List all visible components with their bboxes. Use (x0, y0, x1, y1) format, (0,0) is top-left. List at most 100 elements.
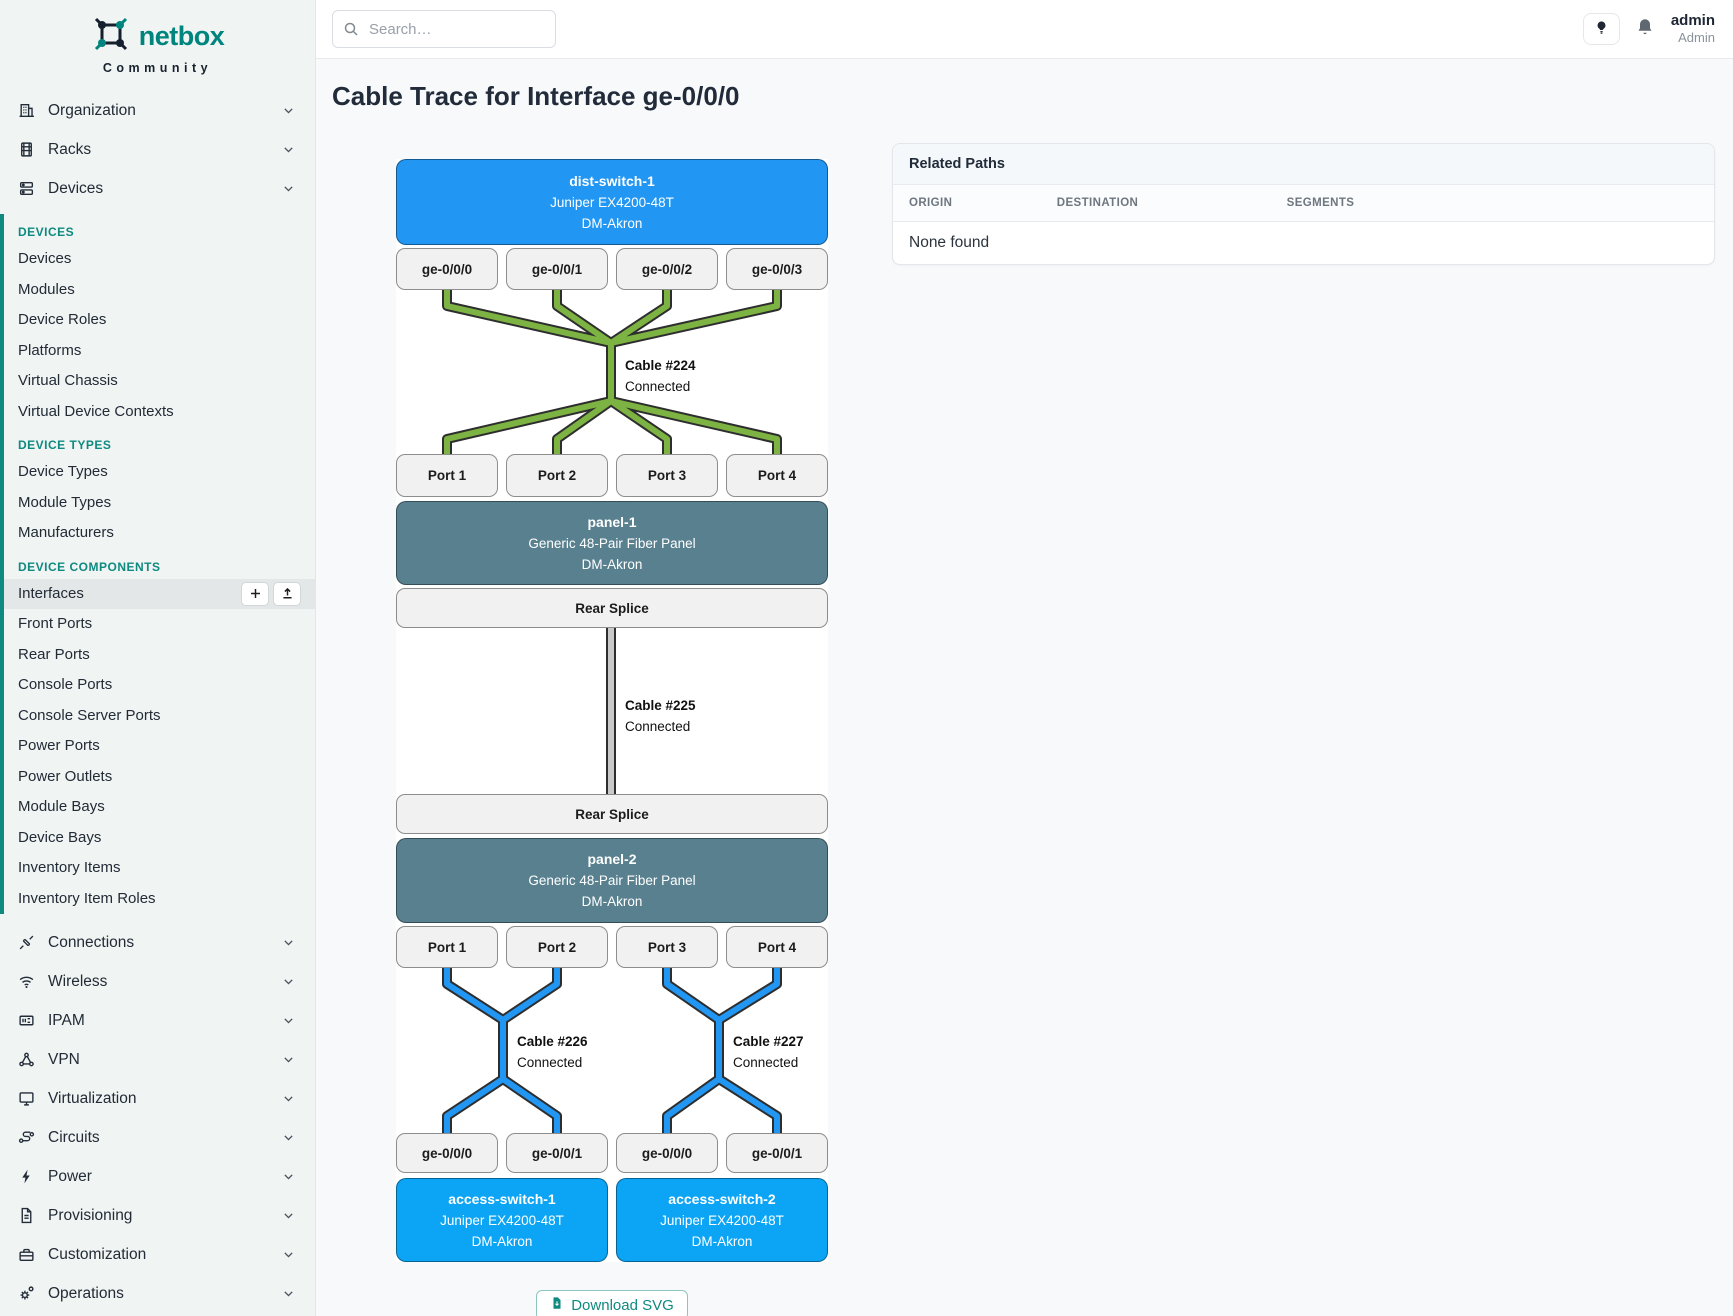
device-model: Generic 48-Pair Fiber Panel (528, 533, 695, 554)
interface-box[interactable]: ge-0/0/1 (726, 1133, 828, 1173)
sidebar-item-rear-ports[interactable]: Rear Ports (4, 640, 315, 671)
sidebar-item-label: Power (48, 1168, 92, 1186)
section-heading-devices: DEVICES (4, 214, 315, 244)
cable-status: Connected (625, 719, 690, 734)
cable-label-226[interactable]: Cable #226 Connected (517, 1031, 588, 1073)
interface-box[interactable]: ge-0/0/1 (506, 1133, 608, 1173)
lightbulb-icon (1594, 20, 1609, 38)
sidebar-item-platforms[interactable]: Platforms (4, 336, 315, 367)
device-model: Juniper EX4200-48T (550, 192, 674, 213)
sidebar-item-power[interactable]: Power (0, 1157, 315, 1196)
search-input[interactable] (332, 10, 556, 48)
trace-column: dist-switch-1 Juniper EX4200-48T DM-Akro… (332, 125, 892, 1316)
netbox-logo[interactable]: netbox Community (0, 0, 315, 75)
front-port-box[interactable]: Port 4 (726, 926, 828, 968)
front-port-box[interactable]: Port 1 (396, 454, 498, 497)
device-name: panel-1 (587, 512, 636, 533)
front-port-box[interactable]: Port 3 (616, 454, 718, 497)
related-paths-card: Related Paths ORIGIN DESTINATION SEGMENT… (892, 143, 1715, 265)
front-port-box[interactable]: Port 4 (726, 454, 828, 497)
section-heading-device-components: DEVICE COMPONENTS (4, 549, 315, 579)
sidebar-item-inventory-item-roles[interactable]: Inventory Item Roles (4, 884, 315, 915)
front-port-box[interactable]: Port 2 (506, 454, 608, 497)
device-site: DM-Akron (582, 554, 643, 575)
sidebar-item-label: Interfaces (18, 585, 84, 602)
sidebar-item-virtual-device-contexts[interactable]: Virtual Device Contexts (4, 397, 315, 428)
sidebar-item-provisioning[interactable]: Provisioning (0, 1196, 315, 1235)
add-button[interactable] (241, 582, 269, 606)
interface-box[interactable]: ge-0/0/0 (616, 1133, 718, 1173)
device-box-access-switch-1[interactable]: access-switch-1 Juniper EX4200-48T DM-Ak… (396, 1178, 608, 1262)
sidebar-item-console-server-ports[interactable]: Console Server Ports (4, 701, 315, 732)
rear-port-box[interactable]: Rear Splice (396, 588, 828, 628)
device-box-panel-1[interactable]: panel-1 Generic 48-Pair Fiber Panel DM-A… (396, 501, 828, 585)
sidebar-item-console-ports[interactable]: Console Ports (4, 670, 315, 701)
notifications-bell-icon[interactable] (1635, 17, 1655, 42)
sidebar-item-organization[interactable]: Organization (0, 91, 315, 130)
lightning-bolt-icon (18, 1168, 35, 1185)
interface-box[interactable]: ge-0/0/0 (396, 248, 498, 290)
sidebar-item-device-roles[interactable]: Device Roles (4, 305, 315, 336)
sidebar-item-manufacturers[interactable]: Manufacturers (4, 518, 315, 549)
front-port-box[interactable]: Port 1 (396, 926, 498, 968)
device-model: Generic 48-Pair Fiber Panel (528, 870, 695, 891)
user-name: admin (1671, 12, 1715, 30)
sidebar: netbox Community Organization Racks Devi… (0, 0, 316, 1316)
sidebar-item-label: Connections (48, 934, 134, 952)
sidebar-item-label: IPAM (48, 1012, 85, 1030)
chevron-down-icon (282, 1092, 295, 1105)
interface-box[interactable]: ge-0/0/1 (506, 248, 608, 290)
brand-name: netbox (139, 21, 225, 52)
sidebar-item-label: Devices (48, 180, 103, 198)
search-icon (343, 21, 359, 37)
chevron-down-icon (282, 936, 295, 949)
monitor-icon (18, 1090, 35, 1107)
sidebar-item-racks[interactable]: Racks (0, 130, 315, 169)
device-model: Juniper EX4200-48T (660, 1210, 784, 1231)
rear-port-box[interactable]: Rear Splice (396, 794, 828, 834)
sidebar-item-customization[interactable]: Customization (0, 1235, 315, 1274)
chevron-down-icon (282, 1053, 295, 1066)
sidebar-item-virtualization[interactable]: Virtualization (0, 1079, 315, 1118)
front-port-box[interactable]: Port 2 (506, 926, 608, 968)
front-port-box[interactable]: Port 3 (616, 926, 718, 968)
sidebar-item-connections[interactable]: Connections (0, 923, 315, 962)
building-icon (18, 102, 35, 119)
theme-toggle-button[interactable] (1583, 13, 1620, 45)
sidebar-item-ipam[interactable]: IPAM (0, 1001, 315, 1040)
cable-label-225[interactable]: Cable #225 Connected (625, 695, 696, 737)
sidebar-item-inventory-items[interactable]: Inventory Items (4, 853, 315, 884)
sidebar-item-vpn[interactable]: VPN (0, 1040, 315, 1079)
device-box-panel-2[interactable]: panel-2 Generic 48-Pair Fiber Panel DM-A… (396, 838, 828, 923)
sidebar-item-power-outlets[interactable]: Power Outlets (4, 762, 315, 793)
sidebar-item-interfaces[interactable]: Interfaces (4, 579, 315, 610)
download-svg-button[interactable]: Download SVG (536, 1290, 688, 1316)
interface-box[interactable]: ge-0/0/3 (726, 248, 828, 290)
cable-label-227[interactable]: Cable #227 Connected (733, 1031, 804, 1073)
cable-label-224[interactable]: Cable #224 Connected (625, 355, 696, 397)
device-box-access-switch-2[interactable]: access-switch-2 Juniper EX4200-48T DM-Ak… (616, 1178, 828, 1262)
sidebar-item-module-bays[interactable]: Module Bays (4, 792, 315, 823)
sidebar-item-device-types[interactable]: Device Types (4, 457, 315, 488)
chevron-down-icon (282, 975, 295, 988)
import-button[interactable] (273, 582, 301, 606)
sidebar-item-virtual-chassis[interactable]: Virtual Chassis (4, 366, 315, 397)
sidebar-item-front-ports[interactable]: Front Ports (4, 609, 315, 640)
sidebar-bottom-nav: Connections Wireless IPAM VPN Virtualiza… (0, 923, 315, 1313)
sidebar-item-power-ports[interactable]: Power Ports (4, 731, 315, 762)
related-paths-column: Related Paths ORIGIN DESTINATION SEGMENT… (892, 143, 1715, 265)
sidebar-item-devices-list[interactable]: Devices (4, 244, 315, 275)
interface-box[interactable]: ge-0/0/2 (616, 248, 718, 290)
user-menu[interactable]: admin Admin (1671, 12, 1715, 46)
sidebar-item-circuits[interactable]: Circuits (0, 1118, 315, 1157)
interface-box[interactable]: ge-0/0/0 (396, 1133, 498, 1173)
sidebar-item-devices[interactable]: Devices (0, 169, 315, 208)
sidebar-item-modules[interactable]: Modules (4, 275, 315, 306)
cable-id: Cable #227 (733, 1031, 804, 1052)
sidebar-item-operations[interactable]: Operations (0, 1274, 315, 1313)
device-box-dist-switch-1[interactable]: dist-switch-1 Juniper EX4200-48T DM-Akro… (396, 159, 828, 245)
top-bar: admin Admin (316, 0, 1733, 59)
sidebar-item-device-bays[interactable]: Device Bays (4, 823, 315, 854)
sidebar-item-module-types[interactable]: Module Types (4, 488, 315, 519)
sidebar-item-wireless[interactable]: Wireless (0, 962, 315, 1001)
